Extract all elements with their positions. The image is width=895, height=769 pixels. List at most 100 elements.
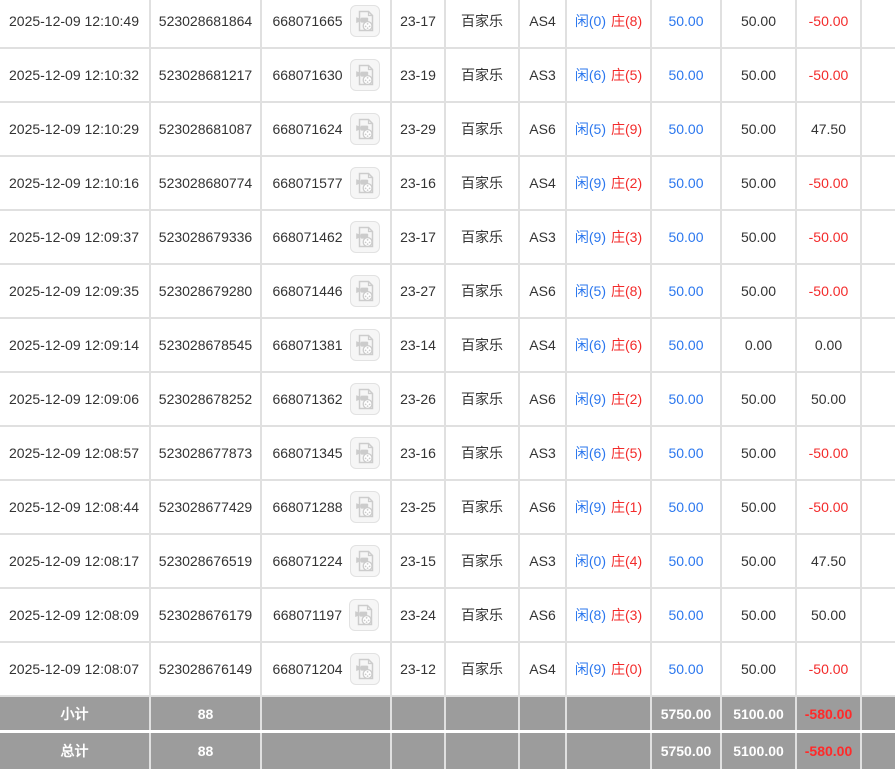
empty-cell xyxy=(862,535,895,587)
video-replay-button[interactable] xyxy=(349,383,380,415)
valid-amount: 50.00 xyxy=(722,643,797,695)
total-count: 88 xyxy=(151,733,262,769)
valid-amount: 50.00 xyxy=(722,0,797,47)
round-cell: 668071197 xyxy=(262,589,392,641)
bet-amount-link[interactable]: 50.00 xyxy=(652,211,722,263)
valid-amount: 50.00 xyxy=(722,157,797,209)
round-id: 668071197 xyxy=(272,607,343,623)
video-replay-button[interactable] xyxy=(349,59,380,91)
bet-amount-link[interactable]: 50.00 xyxy=(652,589,722,641)
table-row: 2025-12-09 12:08:07 523028676149 6680712… xyxy=(0,643,895,697)
banker-score: 庄(9) xyxy=(611,121,643,137)
bet-time: 2025-12-09 12:10:32 xyxy=(0,49,151,101)
player-score: 闲(8) xyxy=(574,607,606,623)
shoe-code: AS6 xyxy=(520,373,567,425)
game-result: 闲(5) 庄(8) xyxy=(567,265,652,317)
player-score: 闲(9) xyxy=(574,499,606,515)
empty-cell xyxy=(862,0,895,47)
subtotal-label: 小计 xyxy=(0,697,151,730)
empty-cell xyxy=(446,697,520,730)
video-replay-button[interactable] xyxy=(349,275,380,307)
player-score: 闲(6) xyxy=(574,337,606,353)
bet-amount-link[interactable]: 50.00 xyxy=(652,0,722,47)
bet-time: 2025-12-09 12:09:37 xyxy=(0,211,151,263)
video-replay-button[interactable] xyxy=(349,5,380,37)
player-score: 闲(5) xyxy=(574,283,606,299)
video-file-icon xyxy=(355,172,375,194)
bet-history-table: 2025-12-09 12:10:49 523028681864 6680716… xyxy=(0,0,895,769)
video-replay-button[interactable] xyxy=(349,653,380,685)
video-file-icon xyxy=(355,496,375,518)
round-id: 668071204 xyxy=(272,661,343,677)
table-number: 23-27 xyxy=(392,265,446,317)
video-replay-button[interactable] xyxy=(349,599,380,631)
game-name: 百家乐 xyxy=(446,265,520,317)
round-cell: 668071446 xyxy=(262,265,392,317)
bet-amount-link[interactable]: 50.00 xyxy=(652,535,722,587)
video-replay-button[interactable] xyxy=(349,221,380,253)
table-number: 23-14 xyxy=(392,319,446,371)
valid-amount: 50.00 xyxy=(722,427,797,479)
video-replay-button[interactable] xyxy=(349,329,380,361)
game-name: 百家乐 xyxy=(446,0,520,47)
empty-cell xyxy=(862,481,895,533)
table-row: 2025-12-09 12:10:29 523028681087 6680716… xyxy=(0,103,895,157)
video-replay-button[interactable] xyxy=(349,113,380,145)
round-id: 668071224 xyxy=(272,553,343,569)
round-id: 668071345 xyxy=(272,445,343,461)
winloss-amount: -50.00 xyxy=(797,157,862,209)
banker-score: 庄(5) xyxy=(611,445,643,461)
table-row: 2025-12-09 12:08:17 523028676519 6680712… xyxy=(0,535,895,589)
video-file-icon xyxy=(355,118,375,140)
game-result: 闲(9) 庄(0) xyxy=(567,643,652,695)
bet-amount-link[interactable]: 50.00 xyxy=(652,265,722,317)
winloss-amount: -50.00 xyxy=(797,481,862,533)
video-replay-button[interactable] xyxy=(349,167,380,199)
total-row: 总计 88 5750.00 5100.00 -580.00 xyxy=(0,733,895,769)
empty-cell xyxy=(262,697,392,730)
shoe-code: AS6 xyxy=(520,589,567,641)
video-replay-button[interactable] xyxy=(349,491,380,523)
video-file-icon xyxy=(355,442,375,464)
game-name: 百家乐 xyxy=(446,157,520,209)
bet-id: 523028676519 xyxy=(151,535,262,587)
game-result: 闲(6) 庄(5) xyxy=(567,49,652,101)
table-body: 2025-12-09 12:10:49 523028681864 6680716… xyxy=(0,0,895,697)
subtotal-bet: 5750.00 xyxy=(652,697,722,730)
game-name: 百家乐 xyxy=(446,535,520,587)
shoe-code: AS3 xyxy=(520,211,567,263)
empty-cell xyxy=(862,103,895,155)
bet-amount-link[interactable]: 50.00 xyxy=(652,373,722,425)
bet-time: 2025-12-09 12:08:17 xyxy=(0,535,151,587)
bet-amount-link[interactable]: 50.00 xyxy=(652,157,722,209)
game-result: 闲(9) 庄(3) xyxy=(567,211,652,263)
winloss-amount: 50.00 xyxy=(797,373,862,425)
total-bet: 5750.00 xyxy=(652,733,722,769)
game-name: 百家乐 xyxy=(446,103,520,155)
game-result: 闲(6) 庄(5) xyxy=(567,427,652,479)
player-score: 闲(9) xyxy=(574,175,606,191)
empty-cell xyxy=(862,697,895,730)
table-number: 23-16 xyxy=(392,427,446,479)
empty-cell xyxy=(862,373,895,425)
shoe-code: AS3 xyxy=(520,427,567,479)
game-name: 百家乐 xyxy=(446,211,520,263)
bet-amount-link[interactable]: 50.00 xyxy=(652,481,722,533)
bet-amount-link[interactable]: 50.00 xyxy=(652,643,722,695)
bet-amount-link[interactable]: 50.00 xyxy=(652,427,722,479)
video-file-icon xyxy=(355,550,375,572)
video-replay-button[interactable] xyxy=(349,545,380,577)
shoe-code: AS3 xyxy=(520,49,567,101)
bet-amount-link[interactable]: 50.00 xyxy=(652,49,722,101)
table-number: 23-17 xyxy=(392,211,446,263)
video-replay-button[interactable] xyxy=(349,437,380,469)
bet-amount-link[interactable]: 50.00 xyxy=(652,319,722,371)
table-row: 2025-12-09 12:09:35 523028679280 6680714… xyxy=(0,265,895,319)
total-valid: 5100.00 xyxy=(722,733,797,769)
banker-score: 庄(8) xyxy=(611,13,643,29)
game-name: 百家乐 xyxy=(446,589,520,641)
round-id: 668071381 xyxy=(272,337,343,353)
bet-amount-link[interactable]: 50.00 xyxy=(652,103,722,155)
banker-score: 庄(1) xyxy=(611,499,643,515)
winloss-amount: -50.00 xyxy=(797,427,862,479)
